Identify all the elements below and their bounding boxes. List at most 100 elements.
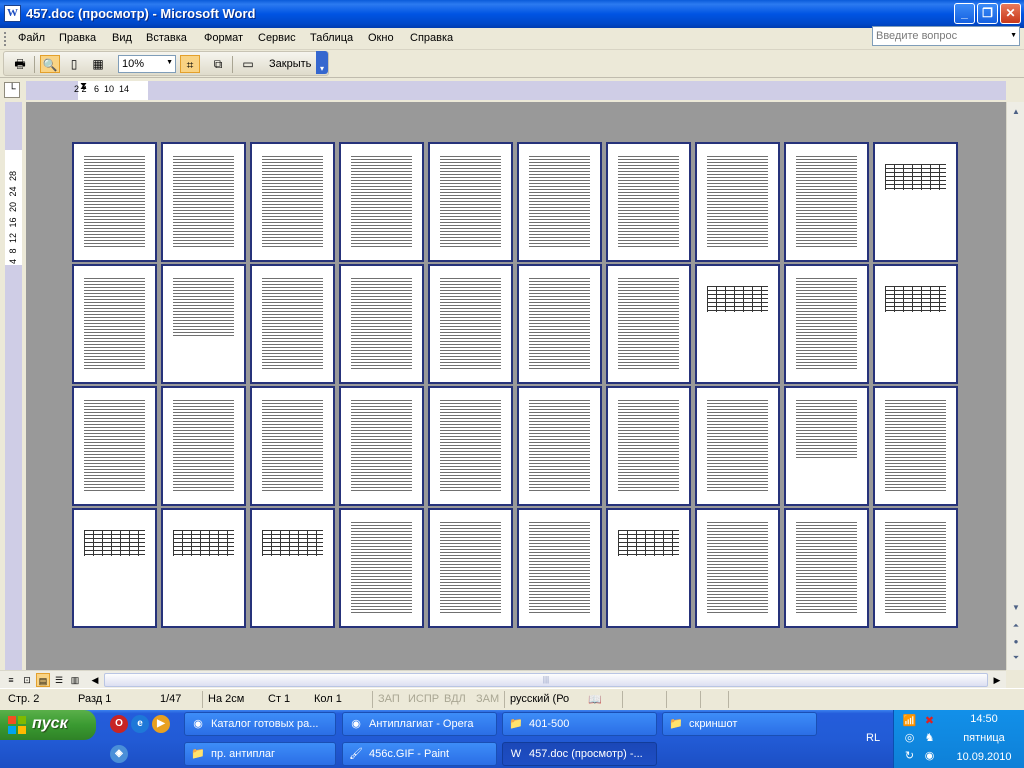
status-ovr[interactable]: ЗАМ — [476, 693, 499, 705]
close-preview-button[interactable]: Закрыть — [266, 55, 314, 73]
word-app-icon[interactable]: W — [4, 5, 21, 22]
page-thumbnail[interactable] — [695, 264, 780, 384]
page-thumbnail[interactable] — [873, 508, 958, 628]
start-button[interactable]: пуск — [0, 710, 96, 740]
horizontal-scroll-thumb[interactable]: ||| — [104, 673, 988, 687]
print-button[interactable]: 🖶 — [10, 55, 30, 73]
page-thumbnail[interactable] — [784, 508, 869, 628]
page-thumbnail[interactable] — [606, 264, 691, 384]
page-thumbnail[interactable] — [161, 264, 246, 384]
reading-view-icon[interactable]: ▥ — [68, 673, 82, 687]
update-icon[interactable]: ↻ — [902, 749, 917, 764]
page-thumbnail[interactable] — [517, 264, 602, 384]
page-thumbnail[interactable] — [72, 142, 157, 262]
taskbar-task-word[interactable]: W 457.doc (просмотр) -... — [502, 742, 657, 766]
page-thumbnail[interactable] — [72, 386, 157, 506]
previous-page-icon[interactable]: ⏶ — [1008, 618, 1024, 634]
page-thumbnail[interactable] — [339, 386, 424, 506]
taskbar-task-catalog[interactable]: ◉ Каталог готовых ра... — [184, 712, 336, 736]
chevron-down-icon[interactable]: ▼ — [166, 59, 173, 66]
page-thumbnail[interactable] — [606, 508, 691, 628]
magnifier-button[interactable]: 🔍 — [40, 55, 60, 73]
page-thumbnail[interactable] — [606, 142, 691, 262]
page-thumbnail[interactable] — [72, 508, 157, 628]
taskbar-task-paint[interactable]: 🖌 456c.GIF - Paint — [342, 742, 497, 766]
vertical-scrollbar[interactable]: ▲ ▼ ⏶ ● ⏷ — [1006, 102, 1024, 670]
menu-table[interactable]: Таблица — [310, 32, 353, 44]
clock-time[interactable]: 14:50 — [949, 713, 1019, 725]
help-question-input[interactable]: Введите вопрос ▼ — [872, 26, 1020, 46]
browse-object-icon[interactable]: ● — [1008, 634, 1024, 650]
page-thumbnail[interactable] — [161, 386, 246, 506]
outline-view-icon[interactable]: ☰ — [52, 673, 66, 687]
security-icon[interactable]: ◎ — [902, 731, 917, 746]
page-thumbnail[interactable] — [250, 142, 335, 262]
page-thumbnail[interactable] — [695, 142, 780, 262]
menu-edit[interactable]: Правка — [59, 32, 96, 44]
page-thumbnail[interactable] — [873, 264, 958, 384]
status-trk[interactable]: ИСПР — [408, 693, 439, 705]
page-thumbnail[interactable] — [873, 142, 958, 262]
desktop-icon[interactable]: ◈ — [110, 745, 128, 763]
page-thumbnail[interactable] — [784, 264, 869, 384]
view-ruler-button[interactable]: ⌗ — [180, 55, 200, 73]
full-screen-button[interactable]: ▭ — [238, 55, 258, 73]
page-thumbnail[interactable] — [695, 508, 780, 628]
page-thumbnail[interactable] — [784, 142, 869, 262]
opera-launch-icon[interactable]: O — [110, 715, 128, 733]
firewall-icon[interactable]: ✖ — [922, 714, 937, 729]
chevron-down-icon[interactable]: ▼ — [1010, 32, 1017, 39]
menu-grip[interactable] — [4, 32, 7, 46]
toolbar-options-button[interactable]: ▾ — [316, 51, 328, 74]
page-thumbnail[interactable] — [339, 508, 424, 628]
menu-window[interactable]: Окно — [368, 32, 394, 44]
shrink-to-fit-button[interactable]: ⧉ — [208, 55, 228, 73]
page-thumbnail[interactable] — [250, 386, 335, 506]
scroll-up-icon[interactable]: ▲ — [1008, 104, 1024, 120]
minimize-button[interactable]: _ — [954, 3, 975, 24]
ie-launch-icon[interactable]: e — [131, 715, 149, 733]
close-window-button[interactable]: ✕ — [1000, 3, 1021, 24]
page-thumbnail[interactable] — [873, 386, 958, 506]
media-player-icon[interactable]: ▶ — [152, 715, 170, 733]
page-thumbnail[interactable] — [161, 142, 246, 262]
normal-view-icon[interactable]: ≡ — [4, 673, 18, 687]
status-ext[interactable]: ВДЛ — [444, 693, 466, 705]
print-layout-icon[interactable]: ▤ — [36, 673, 50, 687]
page-thumbnail[interactable] — [428, 508, 513, 628]
page-thumbnail[interactable] — [161, 508, 246, 628]
horizontal-ruler[interactable] — [26, 81, 1006, 100]
antivirus-icon[interactable]: ♞ — [922, 731, 937, 746]
menu-file[interactable]: Файл — [18, 32, 45, 44]
page-thumbnail[interactable] — [72, 264, 157, 384]
taskbar-task-folder-401-500[interactable]: 📁 401-500 — [502, 712, 657, 736]
menu-format[interactable]: Формат — [204, 32, 243, 44]
zoom-select[interactable]: 10% ▼ — [118, 55, 176, 73]
page-thumbnail[interactable] — [784, 386, 869, 506]
page-thumbnail[interactable] — [428, 264, 513, 384]
page-thumbnail[interactable] — [517, 142, 602, 262]
multiple-pages-button[interactable]: ▦ — [88, 55, 108, 73]
menu-view[interactable]: Вид — [112, 32, 132, 44]
page-thumbnail[interactable] — [695, 386, 780, 506]
page-thumbnail[interactable] — [428, 386, 513, 506]
title-bar[interactable]: W 457.doc (просмотр) - Microsoft Word _ … — [0, 0, 1024, 28]
page-thumbnail[interactable] — [606, 386, 691, 506]
taskbar-task-screenshot-folder[interactable]: 📁 скриншот — [662, 712, 817, 736]
keyboard-language[interactable]: RL — [866, 732, 880, 744]
tab-selector-button[interactable]: └ — [4, 82, 20, 98]
one-page-button[interactable]: ▯ — [64, 55, 84, 73]
scroll-down-icon[interactable]: ▼ — [1008, 600, 1024, 616]
status-language[interactable]: русский (Ро — [510, 693, 569, 705]
taskbar-task-antiplagiat[interactable]: ◉ Антиплагиат - Opera — [342, 712, 497, 736]
scroll-left-icon[interactable]: ◀ — [88, 673, 102, 687]
network-icon[interactable]: 📶 — [902, 714, 917, 729]
page-thumbnail[interactable] — [339, 142, 424, 262]
indent-marker-icon[interactable]: ⧗ — [80, 81, 87, 92]
menu-help[interactable]: Справка — [410, 32, 453, 44]
page-thumbnail[interactable] — [339, 264, 424, 384]
preview-area[interactable] — [26, 102, 1006, 670]
page-thumbnail[interactable] — [250, 264, 335, 384]
page-thumbnail[interactable] — [250, 508, 335, 628]
maximize-button[interactable]: ❐ — [977, 3, 998, 24]
